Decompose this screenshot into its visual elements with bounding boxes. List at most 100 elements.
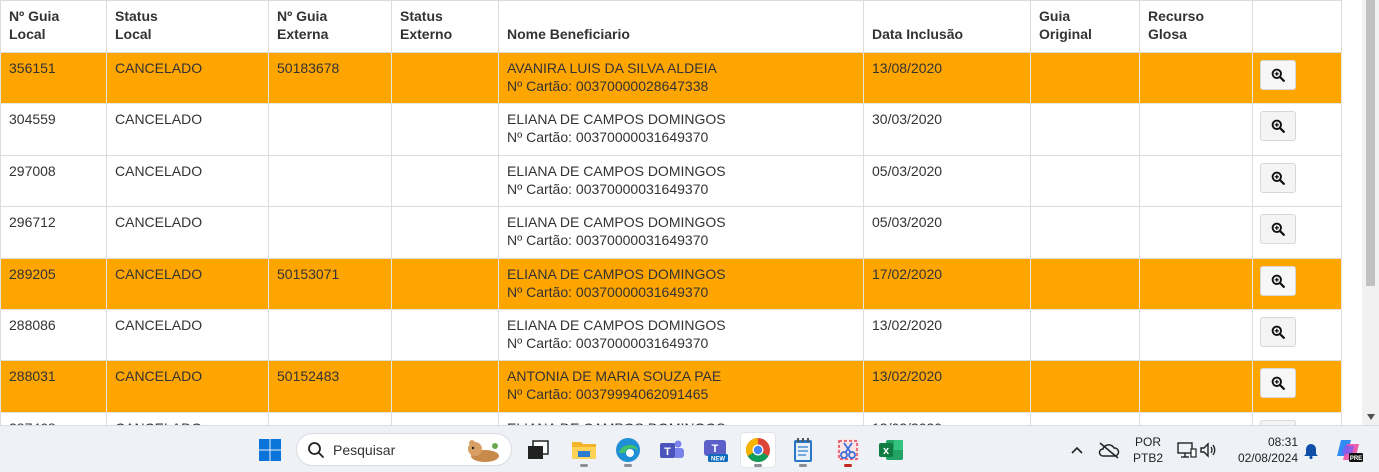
card-number: Nº Cartão: 00370000031649370 [507, 334, 709, 351]
header-text: Glosa [1148, 26, 1187, 42]
taskbar-file-explorer[interactable] [566, 432, 602, 468]
cell-status-local: CANCELADO [106, 206, 269, 259]
task-view-icon [528, 440, 549, 459]
cell-guia-original [1030, 154, 1140, 208]
cell-nome: ANTONIA DE MARIA SOUZA PAE Nº Cartão: 003… [498, 360, 864, 413]
svg-text:T: T [712, 443, 719, 455]
vertical-scrollbar[interactable] [1362, 0, 1379, 425]
beneficiary-name: AVANIRA LUIS DA SILVA ALDEIA [507, 60, 717, 76]
network-button[interactable] [1094, 432, 1124, 468]
zoom-in-icon [1271, 120, 1285, 134]
view-details-button[interactable] [1260, 214, 1296, 245]
cell-recurso-glosa [1139, 51, 1253, 105]
cell-nome: ELIANA DE CAMPOS DOMINGOS Nº Cartão: 0037… [498, 206, 864, 259]
cell-data-inclusao: 17/02/2020 [863, 257, 1031, 310]
cell-recurso-glosa [1139, 206, 1253, 259]
copilot-preview-badge: PRE [1350, 456, 1362, 462]
view-details-button[interactable] [1260, 316, 1296, 347]
header-text: Status [400, 8, 443, 24]
card-number: Nº Cartão: 00370000031649370 [507, 180, 709, 197]
zoom-in-icon [1271, 376, 1285, 391]
beneficiary-name: ELIANA DE CAMPOS DOMINGOS [507, 111, 726, 128]
running-indicator [754, 464, 762, 467]
clock-date: 02/08/2024 [1237, 451, 1298, 465]
table-row[interactable]: 288086 CANCELADO ELIANA DE CAMPOS DOMINGOS… [0, 308, 1342, 362]
table-row[interactable]: 297008 CANCELADO ELIANA DE CAMPOS DOMINGOS… [0, 154, 1342, 208]
cell-recurso-glosa [1139, 308, 1253, 362]
header-text: Local [9, 26, 46, 42]
cell-status-externo [391, 411, 499, 425]
header-text: Nº Guia [9, 8, 60, 24]
table-row[interactable]: 296712 CANCELADO ELIANA DE CAMPOS DOMINGOS… [0, 206, 1342, 259]
table-row[interactable]: 289205 CANCELADO 50153071 ELIANA DE CAMPOS … [0, 257, 1342, 310]
zoom-in-icon [1271, 222, 1285, 237]
view-details-button[interactable] [1260, 111, 1296, 142]
header-text: Nome Beneficiario [507, 26, 630, 42]
notifications-button[interactable] [1298, 432, 1324, 468]
scroll-down-arrow-icon[interactable] [1362, 411, 1379, 423]
header-text: Status [115, 8, 158, 24]
guides-table: Nº Guia Local Status Local Nº Guia Externa Sta… [0, 0, 1342, 425]
excel-icon: x [879, 440, 903, 460]
column-header-recurso-glosa: Recurso Glosa [1139, 0, 1253, 53]
zoom-in-icon [1271, 171, 1285, 185]
table-row[interactable]: 356151 CANCELADO 50183678 AVANIRA LUIS DA S… [0, 51, 1342, 105]
taskbar-excel[interactable]: x [873, 432, 909, 468]
task-view-button[interactable] [520, 432, 556, 468]
cell-actions [1252, 103, 1342, 156]
clock[interactable]: 08:31 02/08/2024 [1226, 434, 1298, 466]
start-button[interactable] [252, 432, 288, 468]
table-row[interactable]: 304559 CANCELADO ELIANA DE CAMPOS DOMINGOS… [0, 103, 1342, 156]
cell-data-inclusao: 13/02/2020 [863, 360, 1031, 413]
quick-settings-button[interactable] [1172, 432, 1222, 468]
cell-nome: ELIANA DE CAMPOS DOMINGOS [498, 411, 864, 425]
keyboard-language-indicator[interactable]: POR PTB2 [1128, 434, 1168, 466]
cell-status-externo [391, 51, 499, 105]
taskbar-notepad[interactable] [785, 432, 821, 468]
taskbar-teams[interactable]: T [654, 432, 690, 468]
cell-guia-original [1030, 257, 1140, 310]
header-row: Nº Guia Local Status Local Nº Guia Externa Sta… [0, 0, 1342, 53]
volume-icon [1200, 442, 1216, 458]
header-text: Nº Guia [277, 8, 328, 24]
zoom-in-icon [1271, 325, 1285, 339]
copilot-icon: PRE [1337, 440, 1363, 462]
beneficiary-name: ELIANA DE CAMPOS DOMINGOS [507, 265, 726, 282]
zoom-in-icon [1271, 274, 1285, 288]
view-details-button[interactable] [1260, 368, 1296, 399]
chrome-browser-icon [745, 438, 770, 463]
scrollbar-thumb[interactable] [1366, 0, 1375, 286]
view-details-button[interactable] [1260, 60, 1296, 90]
cell-actions [1252, 257, 1342, 310]
card-number: Nº Cartão: 00370000031649370 [507, 232, 709, 249]
copilot-button[interactable]: PRE [1332, 432, 1366, 468]
taskbar-snipping-tool[interactable] [830, 432, 866, 468]
cell-status-externo [391, 206, 499, 259]
show-hidden-icons-button[interactable] [1062, 432, 1092, 468]
taskbar-teams-new[interactable]: T NEW [698, 432, 734, 468]
taskbar-edge[interactable] [610, 432, 646, 468]
header-text: Original [1039, 26, 1092, 42]
svg-text:T: T [664, 446, 671, 458]
cell-data-inclusao: 13/02/2020 [863, 411, 1031, 425]
header-text: Guia [1039, 8, 1071, 24]
cell-nome: ELIANA DE CAMPOS DOMINGOS Nº Cartão: 0037… [498, 257, 864, 310]
cell-recurso-glosa [1139, 154, 1253, 208]
table-row[interactable]: 288031 CANCELADO 50152483 ANTONIA DE MARIA … [0, 360, 1342, 413]
cell-status-externo [391, 154, 499, 208]
cell-guia-externa [268, 154, 392, 208]
svg-text:x: x [883, 445, 890, 457]
view-details-button[interactable] [1260, 162, 1296, 193]
taskbar-chrome[interactable] [740, 432, 776, 468]
cell-recurso-glosa [1139, 411, 1253, 425]
cell-guia-externa [268, 308, 392, 362]
view-details-button[interactable] [1260, 265, 1296, 296]
language-label: POR [1134, 435, 1161, 449]
cell-guia-original [1030, 308, 1140, 362]
running-indicator [624, 464, 632, 467]
cell-nome: ELIANA DE CAMPOS DOMINGOS Nº Cartão: 0037… [498, 103, 864, 156]
table-row[interactable]: 287468CANCELADO ELIANA DE CAMPOS DOMINGOS… [0, 411, 1342, 425]
beneficiary-name: ELIANA DE CAMPOS DOMINGOS [507, 162, 726, 179]
taskbar-search-box[interactable]: Pesquisar [296, 433, 512, 466]
cell-guia-externa [268, 103, 392, 156]
